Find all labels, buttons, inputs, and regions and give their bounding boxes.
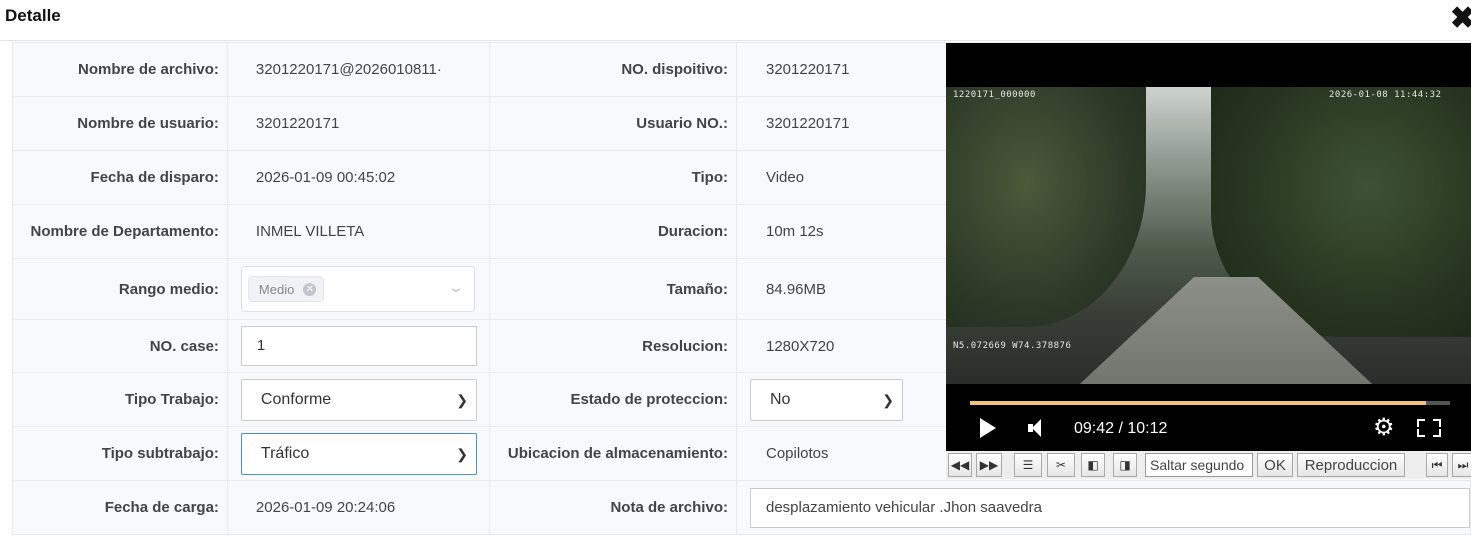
case-no-input[interactable]: 1 bbox=[240, 326, 477, 366]
gear-icon[interactable]: ⚙ bbox=[1373, 413, 1395, 443]
replay-button[interactable]: Reproduccion bbox=[1297, 453, 1405, 477]
frame-forward-icon[interactable]: ◨ bbox=[1113, 453, 1137, 477]
seek-bar[interactable] bbox=[970, 401, 1450, 405]
dialog-header: Detalle ✖ bbox=[0, 0, 1471, 41]
subwork-type-select[interactable]: Tráfico ❯ bbox=[240, 432, 477, 475]
skip-end-icon[interactable]: ⏭ bbox=[1452, 453, 1471, 477]
seek-seconds-input[interactable]: Saltar segundo bbox=[1145, 453, 1253, 477]
subwork-type-value: Tráfico bbox=[260, 444, 310, 462]
size-label: Tamaño: bbox=[488, 258, 737, 320]
close-icon[interactable]: ✖ bbox=[1450, 2, 1471, 36]
table-row: Fecha de carga: 2026-01-09 20:24:06 Nota… bbox=[12, 480, 1471, 535]
range-tag-label: Medio bbox=[258, 281, 295, 297]
file-name-label: Nombre de archivo: bbox=[12, 42, 228, 97]
type-label: Tipo: bbox=[488, 150, 737, 205]
frame-back-icon[interactable]: ◧ bbox=[1081, 453, 1105, 477]
resolution-label: Resolucion: bbox=[488, 319, 737, 373]
department-label: Nombre de Departamento: bbox=[12, 204, 228, 259]
list-icon[interactable]: ☰ bbox=[1014, 453, 1042, 477]
chevron-down-icon: ❯ bbox=[456, 445, 468, 462]
video-frame: 1220171_000000 2026-01-08 11:44:32 N5.07… bbox=[946, 87, 1471, 384]
protection-label: Estado de proteccion: bbox=[488, 372, 737, 427]
fast-forward-icon[interactable]: ▶▶ bbox=[976, 453, 1002, 477]
ok-button[interactable]: OK bbox=[1257, 453, 1293, 477]
file-name-value: 3201220171@2026010811· bbox=[226, 42, 490, 97]
seek-bar-fill bbox=[970, 401, 1427, 405]
work-type-label: Tipo Trabajo: bbox=[12, 372, 228, 427]
range-tag: Medio ✕ bbox=[247, 276, 325, 302]
video-player[interactable]: 1220171_000000 2026-01-08 11:44:32 N5.07… bbox=[946, 43, 1471, 451]
chevron-down-icon: ⌄ bbox=[447, 279, 465, 295]
file-note-input[interactable]: desplazamiento vehicular .Jhon saavedra bbox=[749, 487, 1470, 528]
osd-timestamp: 2026-01-08 11:44:32 bbox=[1329, 90, 1442, 100]
skip-start-icon[interactable]: ⏮ bbox=[1426, 453, 1448, 477]
work-type-select[interactable]: Conforme ❯ bbox=[240, 378, 477, 421]
rewind-icon[interactable]: ◀◀ bbox=[948, 453, 972, 477]
trigger-date-label: Fecha de disparo: bbox=[12, 150, 228, 205]
chevron-down-icon: ❯ bbox=[882, 391, 894, 408]
duration-label: Duracion: bbox=[488, 204, 737, 259]
case-no-label: NO. case: bbox=[12, 319, 228, 373]
range-label: Rango medio: bbox=[12, 258, 228, 320]
upload-date-label: Fecha de carga: bbox=[12, 480, 228, 535]
file-note-label: Nota de archivo: bbox=[488, 480, 737, 535]
video-controls: 09:42 / 10:12 ⚙ bbox=[946, 413, 1471, 443]
trigger-date-value: 2026-01-09 00:45:02 bbox=[226, 150, 490, 205]
play-icon[interactable] bbox=[980, 418, 996, 438]
osd-coordinates: N5.072669 W74.378876 bbox=[953, 341, 1072, 351]
dialog-title: Detalle bbox=[5, 6, 61, 25]
user-no-label: Usuario NO.: bbox=[488, 96, 737, 151]
osd-channel: 1220171_000000 bbox=[953, 90, 1036, 100]
upload-date-value: 2026-01-09 20:24:06 bbox=[226, 480, 490, 535]
subwork-type-label: Tipo subtrabajo: bbox=[12, 426, 228, 481]
protection-value: No bbox=[769, 390, 791, 408]
range-multiselect[interactable]: Medio ✕ ⌄ bbox=[240, 266, 475, 312]
scissors-icon[interactable]: ✂ bbox=[1047, 453, 1075, 477]
time-display: 09:42 / 10:12 bbox=[1074, 420, 1168, 437]
tag-remove-icon[interactable]: ✕ bbox=[303, 282, 317, 296]
department-value: INMEL VILLETA bbox=[226, 204, 490, 259]
fullscreen-icon[interactable] bbox=[1417, 419, 1441, 437]
work-type-value: Conforme bbox=[260, 390, 332, 408]
chevron-down-icon: ❯ bbox=[456, 391, 468, 408]
playback-toolbar: ◀◀ ▶▶ ☰ ✂ ◧ ◨ Saltar segundo OK Reproduc… bbox=[946, 451, 1471, 479]
protection-select[interactable]: No ❯ bbox=[749, 378, 903, 421]
user-name-value: 3201220171 bbox=[226, 96, 490, 151]
user-name-label: Nombre de usuario: bbox=[12, 96, 228, 151]
volume-icon[interactable] bbox=[1028, 419, 1042, 437]
storage-label: Ubicacion de almacenamiento: bbox=[488, 426, 737, 481]
device-no-label: NO. dispoitivo: bbox=[488, 42, 737, 97]
